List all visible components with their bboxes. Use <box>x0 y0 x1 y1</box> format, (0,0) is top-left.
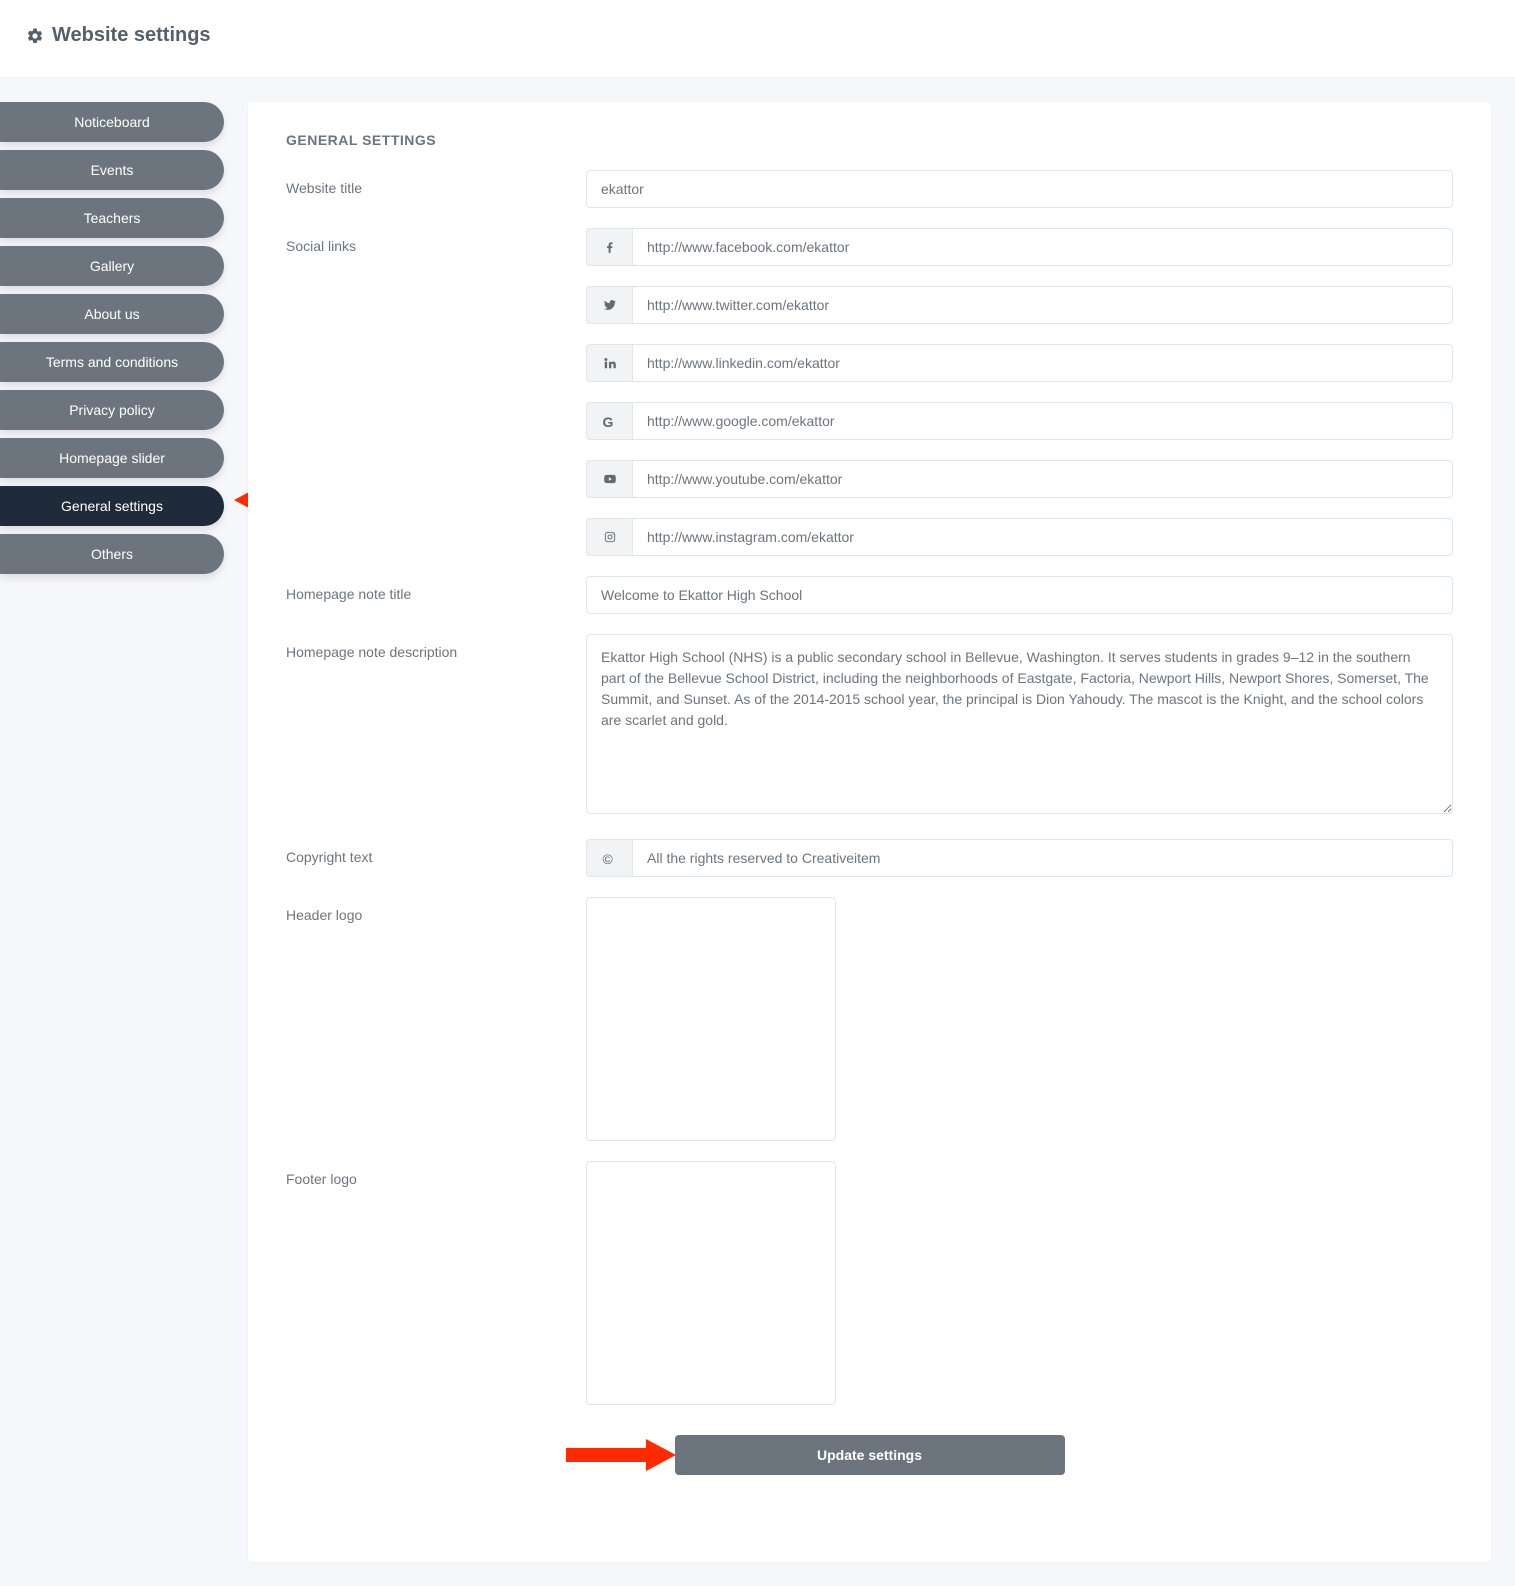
label-footer-logo: Footer logo <box>286 1161 586 1187</box>
youtube-icon <box>586 460 632 498</box>
annotation-arrow <box>566 1435 676 1475</box>
twitter-input[interactable] <box>632 286 1453 324</box>
update-settings-button[interactable]: Update settings <box>675 1435 1065 1475</box>
sidebar-item-label: Others <box>91 546 133 562</box>
homepage-note-desc-textarea[interactable] <box>586 634 1453 814</box>
header-logo-upload[interactable] <box>586 897 836 1141</box>
copyright-input[interactable] <box>632 839 1453 877</box>
footer-logo-upload[interactable] <box>586 1161 836 1405</box>
instagram-input[interactable] <box>632 518 1453 556</box>
sidebar-item-label: General settings <box>61 498 163 514</box>
sidebar-item-about[interactable]: About us <box>0 294 224 334</box>
settings-panel: GENERAL SETTINGS Website title Social li… <box>248 102 1491 1562</box>
label-website-title: Website title <box>286 170 586 196</box>
google-icon: G <box>586 402 632 440</box>
instagram-icon <box>586 518 632 556</box>
homepage-note-title-input[interactable] <box>586 576 1453 614</box>
sidebar-item-label: Homepage slider <box>59 450 165 466</box>
sidebar-item-gallery[interactable]: Gallery <box>0 246 224 286</box>
copyright-icon: © <box>586 839 632 877</box>
sidebar-item-teachers[interactable]: Teachers <box>0 198 224 238</box>
page-header: Website settings <box>0 0 1515 78</box>
sidebar: Noticeboard Events Teachers Gallery Abou… <box>0 102 224 1562</box>
sidebar-item-label: Gallery <box>90 258 134 274</box>
linkedin-icon <box>586 344 632 382</box>
page-title: Website settings <box>52 24 211 47</box>
sidebar-item-events[interactable]: Events <box>0 150 224 190</box>
label-header-logo: Header logo <box>286 897 586 923</box>
label-homepage-note-desc: Homepage note description <box>286 634 586 660</box>
label-homepage-note-title: Homepage note title <box>286 576 586 602</box>
google-input[interactable] <box>632 402 1453 440</box>
sidebar-item-slider[interactable]: Homepage slider <box>0 438 224 478</box>
label-copyright: Copyright text <box>286 839 586 865</box>
sidebar-item-label: Teachers <box>84 210 141 226</box>
twitter-icon <box>586 286 632 324</box>
sidebar-item-terms[interactable]: Terms and conditions <box>0 342 224 382</box>
linkedin-input[interactable] <box>632 344 1453 382</box>
panel-heading: GENERAL SETTINGS <box>286 132 1453 148</box>
website-title-input[interactable] <box>586 170 1453 208</box>
sidebar-item-noticeboard[interactable]: Noticeboard <box>0 102 224 142</box>
sidebar-item-label: Noticeboard <box>74 114 150 130</box>
sidebar-item-others[interactable]: Others <box>0 534 224 574</box>
facebook-input[interactable] <box>632 228 1453 266</box>
gear-icon <box>26 27 44 45</box>
sidebar-item-privacy[interactable]: Privacy policy <box>0 390 224 430</box>
sidebar-item-general-settings[interactable]: General settings <box>0 486 224 526</box>
facebook-icon <box>586 228 632 266</box>
youtube-input[interactable] <box>632 460 1453 498</box>
label-social-links: Social links <box>286 228 586 254</box>
sidebar-item-label: Privacy policy <box>69 402 155 418</box>
sidebar-item-label: About us <box>84 306 139 322</box>
sidebar-item-label: Terms and conditions <box>46 354 178 370</box>
sidebar-item-label: Events <box>91 162 134 178</box>
button-label: Update settings <box>817 1447 922 1463</box>
